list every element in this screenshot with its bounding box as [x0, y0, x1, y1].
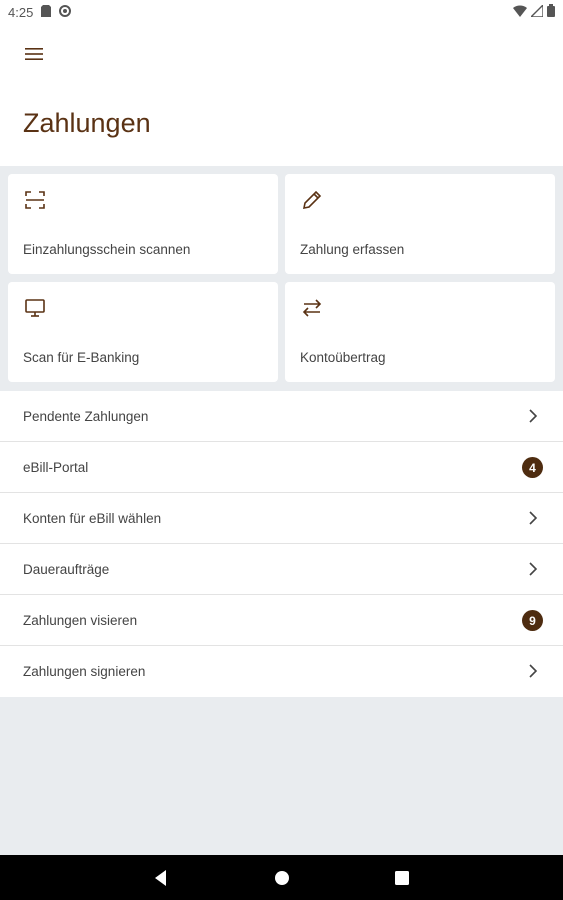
tile-label: Kontoübertrag [300, 350, 386, 365]
count-badge: 4 [522, 457, 543, 478]
chevron-right-icon [529, 562, 538, 576]
list-item-label: Zahlungen visieren [23, 612, 138, 628]
pencil-icon [302, 190, 322, 210]
menu-button[interactable] [20, 40, 48, 68]
chevron-right-icon [529, 409, 538, 423]
list-item-label: Daueraufträge [23, 561, 110, 577]
tile-label: Scan für E-Banking [23, 350, 140, 365]
list-item-ebill-portal[interactable]: eBill-Portal 4 [0, 442, 563, 493]
transfer-arrows-icon [302, 299, 322, 317]
list-item-label: Pendente Zahlungen [23, 408, 149, 424]
quick-actions: Einzahlungsschein scannen Zahlung erfass… [8, 174, 555, 384]
list-item-label: Zahlungen signieren [23, 664, 146, 679]
payments-menu-list: Pendente Zahlungen eBill-Portal 4 Konten… [0, 391, 563, 697]
signal-icon [529, 2, 544, 20]
battery-icon [547, 4, 555, 20]
chevron-right-icon [529, 511, 538, 525]
tile-label: Einzahlungsschein scannen [23, 242, 191, 257]
list-item-approve-payments[interactable]: Zahlungen visieren 9 [0, 595, 563, 646]
list-item-label: eBill-Portal [23, 459, 89, 475]
tile-scan-slip[interactable]: Einzahlungsschein scannen [8, 174, 278, 274]
scan-icon [25, 191, 45, 209]
tile-label: Zahlung erfassen [300, 242, 405, 257]
status-time: 4:25 [8, 4, 34, 20]
tile-create-payment[interactable]: Zahlung erfassen [285, 174, 555, 274]
tile-account-transfer[interactable]: Kontoübertrag [285, 282, 555, 382]
wifi-icon [513, 4, 527, 20]
back-icon[interactable] [150, 867, 172, 889]
list-item-sign-payments[interactable]: Zahlungen signieren [0, 646, 563, 697]
monitor-icon [25, 299, 45, 317]
list-item-label: Konten für eBill wählen [23, 510, 162, 526]
hamburger-icon [25, 48, 43, 60]
page-title: Zahlungen [23, 108, 151, 138]
status-right [513, 2, 555, 20]
list-item-ebill-accounts[interactable]: Konten für eBill wählen [0, 493, 563, 544]
list-item-standing-orders[interactable]: Daueraufträge [0, 544, 563, 595]
chevron-right-icon [529, 664, 538, 678]
sd-card-icon [41, 4, 52, 20]
tile-scan-ebanking[interactable]: Scan für E-Banking [8, 282, 278, 382]
status-bar: 4:25 [0, 0, 563, 24]
home-icon[interactable] [271, 867, 293, 889]
recents-icon[interactable] [391, 867, 413, 889]
android-nav-bar [0, 855, 563, 900]
header: Zahlungen [0, 24, 563, 166]
sync-icon [59, 4, 72, 20]
count-badge: 9 [522, 610, 543, 631]
status-left: 4:25 [8, 4, 72, 20]
list-item-pending-payments[interactable]: Pendente Zahlungen [0, 391, 563, 442]
